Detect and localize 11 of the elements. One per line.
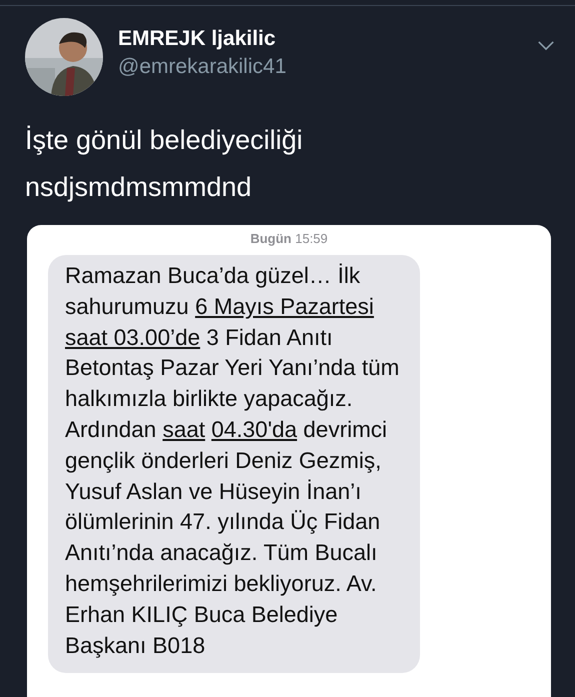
chevron-down-icon[interactable] — [537, 40, 555, 51]
detected-link[interactable]: 6 Mayıs Pazartesi — [195, 294, 374, 319]
tweet-text: nsdjsmdmsmmdnd — [25, 171, 253, 204]
detected-link[interactable]: saat — [162, 416, 206, 442]
tweet-text: İşte gönül belediyeciliği — [25, 124, 304, 157]
detected-link[interactable]: saat 03.00’de — [65, 324, 200, 350]
username-handle: @emrekarakilic41 — [118, 54, 288, 80]
message-timestamp: Bugün 15:59 — [249, 231, 329, 246]
detected-link[interactable]: 04.30'da — [211, 416, 298, 442]
display-name: EMREJK ljakilic — [118, 26, 277, 52]
message-text: Ramazan Buca’da güzel… İlk sahurumuzu 6 Mayıs Pazartesi saat 03.00’de 3 Fidan Anıtı Betontaş Pazar Yeri Yanı’nda tüm halkımızla birlikte yapacağız. Ardından saat 04.30'da devrimci gençlik önderleri Deniz Gezmiş, Yusuf Aslan ve Hüseyin İnan’ı ölümlerinin 47. yılında Üç Fidan Anıtı’nda anacağız. Tüm Bucalı hemşehrilerimizi bekliyoruz. Av. Erhan KILIÇ Buca Belediye Başkanı B018 — [65, 262, 400, 660]
